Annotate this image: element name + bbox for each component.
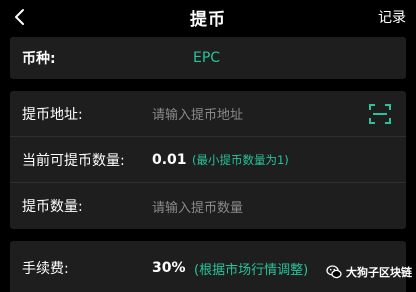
- withdraw-form-card: 提币地址: 请输入提币地址 当前可提币数量: 0.01 (最小提币数量为1) 提…: [10, 91, 406, 229]
- withdraw-page: 提币 记录 币种: EPC 提币地址: 请输入提币地址 当前可提币数量: 0.0…: [0, 0, 416, 292]
- coin-label: 币种:: [22, 51, 56, 67]
- scan-icon[interactable]: [368, 102, 392, 126]
- amount-label: 提币数量:: [22, 199, 83, 215]
- page-title: 提币: [190, 9, 226, 30]
- fee-label: 手续费:: [22, 261, 69, 277]
- wechat-icon: [326, 265, 342, 279]
- coin-value: EPC: [193, 50, 221, 66]
- available-row: 当前可提币数量: 0.01 (最小提币数量为1): [10, 137, 406, 182]
- address-input[interactable]: 请输入提币地址: [152, 104, 243, 123]
- coin-row[interactable]: 币种: EPC: [10, 37, 406, 79]
- available-label: 当前可提币数量:: [22, 152, 125, 169]
- header-bar: 提币 记录: [0, 0, 416, 34]
- watermark-text: 大狗子区块链: [346, 266, 412, 279]
- fee-note: (根据市场行情调整): [194, 262, 309, 278]
- fee-value: 30%: [152, 260, 186, 276]
- watermark: 大狗子区块链: [326, 261, 412, 283]
- available-value: 0.01: [152, 151, 187, 168]
- record-link[interactable]: 记录: [378, 0, 406, 34]
- address-row: 提币地址: 请输入提币地址: [10, 91, 406, 136]
- min-withdraw-note: (最小提币数量为1): [192, 152, 289, 167]
- coin-card: 币种: EPC: [10, 37, 406, 79]
- amount-input[interactable]: 请输入提币数量: [152, 197, 243, 216]
- address-label: 提币地址:: [22, 106, 83, 123]
- amount-row: 提币数量: 请输入提币数量: [10, 183, 406, 229]
